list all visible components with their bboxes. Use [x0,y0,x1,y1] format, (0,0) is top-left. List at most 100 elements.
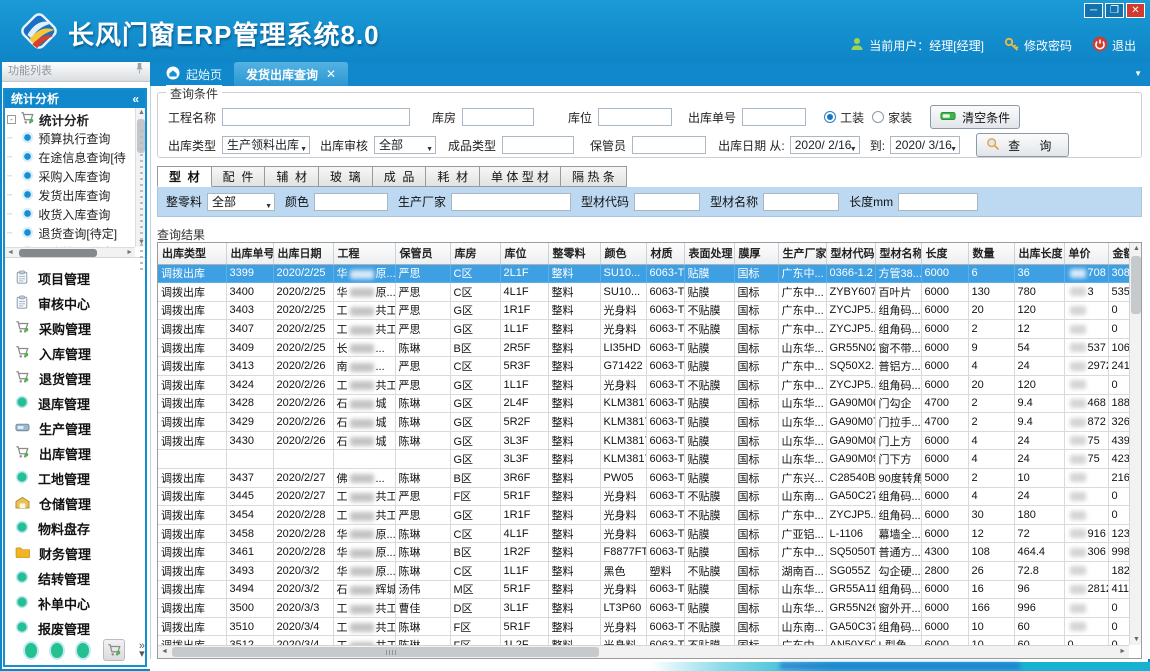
column-header[interactable]: 库位 [500,243,548,264]
material-tab-隔热条[interactable]: 隔 热 条 [561,166,627,187]
tree-horizontal-scrollbar[interactable]: ◄ ► [5,247,135,257]
sidebar-item-补单中心[interactable]: 补单中心 [15,591,145,616]
column-header[interactable]: 出库日期 [273,243,333,264]
expander-icon[interactable]: - [7,115,16,124]
tree-item[interactable]: ┄预算执行查询 [7,129,134,148]
column-header[interactable]: 生产厂家 [778,243,826,264]
table-row[interactable]: 调拨出库34072020/2/25工共工程严思G区1L1F整料光身料6063-T… [158,320,1129,339]
splitter-grip[interactable] [140,130,143,270]
material-tab-耗材[interactable]: 耗 材 [426,166,480,187]
table-horizontal-scrollbar[interactable]: ◄ ► [158,645,1129,658]
menu-overflow-button[interactable]: »▾ [139,642,145,658]
table-row[interactable]: 调拨出库34292020/2/26石城陈琳G区5R2F整料KLM38176063… [158,413,1129,432]
column-header[interactable]: 表面处理 [684,243,734,264]
table-row[interactable]: 调拨出库33992020/2/25华原...严思C区2L1F整料SU10...6… [158,264,1129,283]
clear-conditions-button[interactable]: 清空条件 [930,105,1020,129]
sidebar-item-财务管理[interactable]: 财务管理 [15,541,145,566]
tree-item[interactable]: ┄收货入库查询 [7,205,134,224]
sidebar-item-项目管理[interactable]: 项目管理 [15,266,145,291]
pin-icon[interactable] [135,62,144,81]
sidebar-item-仓储管理[interactable]: 仓储管理 [15,491,145,516]
table-row[interactable]: G区3L3F整料KLM38176063-T5贴膜国标山东华...GA90M09.… [158,450,1129,469]
table-row[interactable]: 调拨出库35122020/3/4工共工程陈琳F区1L2F整料光身料6063-T5… [158,636,1129,645]
outbound-type-select[interactable]: 生产领料出库▼ [222,136,310,154]
table-row[interactable]: 调拨出库34612020/2/28华原...陈琳B区1R2F整料F8877FT6… [158,543,1129,562]
column-header[interactable]: 单价 [1064,243,1108,264]
column-header[interactable]: 保管员 [395,243,450,264]
keeper-input[interactable] [632,136,706,154]
location-input[interactable] [598,108,672,126]
table-row[interactable]: 调拨出库34092020/2/25长...陈琳B区2R5F整料LI35HD606… [158,338,1129,357]
material-tab-单体型材[interactable]: 单 体 型 材 [480,166,561,187]
column-header[interactable]: 整零料 [548,243,600,264]
filter-input[interactable] [763,193,839,211]
tree-item[interactable]: ┄采购入库查询 [7,167,134,186]
table-vertical-scrollbar[interactable]: ▲ ▼ [1129,243,1141,645]
table-row[interactable]: 调拨出库34942020/3/2石辉城汤伟M区5R1F整料光身料6063-T5贴… [158,580,1129,599]
sidebar-item-采购管理[interactable]: 采购管理 [15,316,145,341]
table-row[interactable]: 调拨出库34932020/3/2华原...陈琳C区1L1F整料黑色塑料不贴膜国标… [158,562,1129,581]
tab-home[interactable]: 起始页 [154,62,234,86]
table-row[interactable]: 调拨出库34002020/2/25华原...严思C区4L1F整料SU10...6… [158,283,1129,302]
minimize-button[interactable]: ─ [1084,3,1103,18]
tab-shipment-outbound-query[interactable]: 发货出库查询 ✕ [234,62,348,86]
column-header[interactable]: 颜色 [600,243,646,264]
column-header[interactable]: 材质 [646,243,684,264]
sidebar-item-审核中心[interactable]: 审核中心 [15,291,145,316]
material-tab-成品[interactable]: 成 品 [373,166,427,187]
sidebar-item-退货管理[interactable]: 退货管理 [15,366,145,391]
table-row[interactable]: 调拨出库34542020/2/28工共工程严思G区1R1F整料光身料6063-T… [158,506,1129,525]
column-header[interactable]: 膜厚 [734,243,778,264]
tab-close-icon[interactable]: ✕ [326,67,336,81]
radio-home-decor[interactable]: 家装 [872,109,912,126]
sidebar-item-入库管理[interactable]: 入库管理 [15,341,145,366]
table-row[interactable]: 调拨出库35102020/3/4工共工程陈琳F区5R1F整料光身料6063-T5… [158,617,1129,636]
material-tab-配件[interactable]: 配 件 [212,166,266,187]
cart-module-button[interactable] [103,639,124,661]
module-dot-button[interactable] [77,643,89,658]
filter-input[interactable] [314,193,388,211]
column-header[interactable]: 型材名称 [875,243,921,264]
table-row[interactable]: 调拨出库34282020/2/26石城陈琳G区2L4F整料KLM38176063… [158,394,1129,413]
column-header[interactable]: 出库类型 [158,243,226,264]
column-header[interactable]: 出库长度 [1014,243,1064,264]
date-from-select[interactable]: 2020/ 2/16▼ [790,136,860,154]
column-header[interactable]: 金额 [1108,243,1129,264]
table-row[interactable]: 调拨出库34132020/2/26南...严思C区5R3F整料G71422606… [158,357,1129,376]
table-row[interactable]: 调拨出库34372020/2/27佛...陈琳B区3R6F整料PW056063-… [158,469,1129,488]
sidebar-item-物料盘存[interactable]: 物料盘存 [15,516,145,541]
sidebar-item-退库管理[interactable]: 退库管理 [15,391,145,416]
column-header[interactable]: 型材代码 [826,243,875,264]
tab-list-dropdown-icon[interactable]: ▼ [1134,69,1142,78]
filter-input[interactable] [898,193,978,211]
warehouse-input[interactable] [462,108,534,126]
maximize-button[interactable]: ❐ [1105,3,1124,18]
sidebar-item-生产管理[interactable]: 生产管理 [15,416,145,441]
sidebar-item-出库管理[interactable]: 出库管理 [15,441,145,466]
column-header[interactable]: 出库单号 [226,243,273,264]
project-name-input[interactable] [222,108,410,126]
module-dot-button[interactable] [51,643,63,658]
logout-button[interactable]: 退出 [1092,36,1136,55]
table-row[interactable]: 调拨出库35002020/3/3工共工程曹佳D区3L1F整料LT3P606063… [158,599,1129,618]
sidebar-item-工地管理[interactable]: 工地管理 [15,466,145,491]
column-header[interactable]: 长度 [921,243,968,264]
radio-engineering[interactable]: 工装 [824,109,864,126]
collapse-icon[interactable]: « [132,90,139,108]
tree-item[interactable]: ┄退货查询[待定] [7,224,134,243]
filter-input[interactable] [634,193,700,211]
search-button[interactable]: 查 询 [976,133,1069,157]
table-row[interactable]: 调拨出库34582020/2/28华原...陈琳C区4L1F整料光身料6063-… [158,524,1129,543]
table-row[interactable]: 调拨出库34452020/2/27工共工程严思F区5R1F整料光身料6063-T… [158,487,1129,506]
column-header[interactable]: 库房 [450,243,500,264]
material-tab-辅材[interactable]: 辅 材 [265,166,319,187]
material-tab-玻璃[interactable]: 玻 璃 [319,166,373,187]
module-dot-button[interactable] [25,643,37,658]
material-tab-型材[interactable]: 型 材 [157,166,212,187]
outbound-no-input[interactable] [742,108,806,126]
tree-root[interactable]: -统计分析 [7,110,134,129]
tree-item[interactable]: ┄发货出库查询 [7,186,134,205]
column-header[interactable]: 工程 [333,243,395,264]
table-row[interactable]: 调拨出库34302020/2/26石城陈琳G区3L3F整料KLM38176063… [158,431,1129,450]
change-password-button[interactable]: 修改密码 [1004,36,1072,55]
